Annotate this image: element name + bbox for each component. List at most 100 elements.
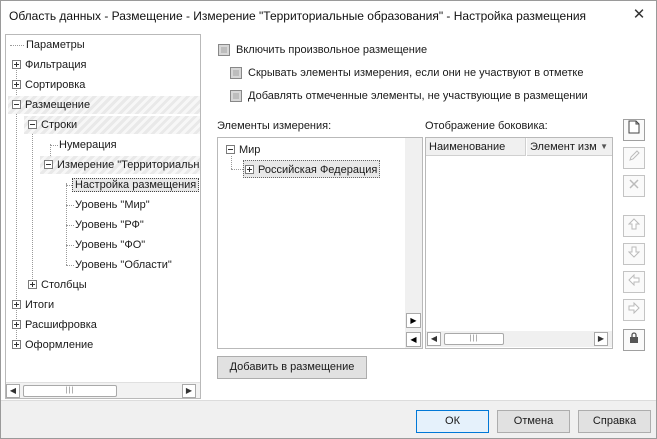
edit-button[interactable] — [623, 147, 645, 169]
column-header-element[interactable]: Элемент изм ▼ — [527, 138, 612, 156]
expand-icon[interactable] — [12, 300, 21, 309]
elements-scroll-strip: ▶ ◀ — [405, 138, 422, 348]
tree-item-label: Измерение "Территориальные образования" — [57, 159, 200, 171]
expand-icon[interactable] — [245, 165, 254, 174]
dimension-elements-tree: Мир Российская Федерация ▶ ◀ — [217, 137, 423, 349]
delete-icon — [629, 179, 639, 189]
column-header-label: Элемент изм — [530, 141, 597, 153]
tree-connector — [32, 123, 33, 285]
tree-connector — [66, 265, 74, 266]
tree-item-level-world[interactable]: Уровень "Мир" — [75, 196, 150, 214]
ok-button[interactable]: ОК — [416, 410, 489, 433]
checkbox-label: Включить произвольное размещение — [236, 44, 428, 56]
tree-connector — [66, 205, 74, 206]
window-title: Область данных - Размещение - Измерение … — [9, 9, 587, 23]
tree-connector — [10, 45, 24, 46]
tree-item-label: Фильтрация — [25, 59, 87, 71]
tree-connector — [66, 225, 74, 226]
tree-connector — [231, 169, 243, 170]
delete-button[interactable] — [623, 175, 645, 197]
move-up-button[interactable] — [623, 215, 645, 237]
tree-item-columns[interactable]: Столбцы — [28, 276, 87, 294]
scroll-thumb[interactable]: ||| — [444, 333, 504, 345]
help-button[interactable]: Справка — [578, 410, 651, 433]
cancel-button[interactable]: Отмена — [497, 410, 570, 433]
chevron-down-icon[interactable]: ▼ — [600, 138, 608, 155]
close-button[interactable]: ✕ — [628, 5, 650, 25]
tree-horizontal-scrollbar[interactable]: ◀ ||| ▶ — [6, 382, 200, 398]
scroll-thumb[interactable]: ||| — [23, 385, 117, 397]
checkbox-label: Скрывать элементы измерения, если они не… — [248, 67, 584, 79]
sidebar-display-label: Отображение боковика: — [425, 120, 548, 132]
tree-item-level-fo[interactable]: Уровень "ФО" — [75, 236, 145, 254]
move-left-button[interactable] — [623, 271, 645, 293]
tree-item-label: Параметры — [26, 39, 85, 51]
scroll-right-arrow-icon[interactable]: ▶ — [594, 332, 608, 346]
edit-icon — [629, 150, 640, 161]
tree-item-rows[interactable]: Строки — [28, 116, 77, 134]
tree-item-label: Уровень "Области" — [75, 259, 172, 271]
tree-item-label: Строки — [41, 119, 78, 131]
tree-connector — [66, 245, 74, 246]
expand-icon[interactable] — [12, 80, 21, 89]
move-down-button[interactable] — [623, 243, 645, 265]
tree-item-placement-settings[interactable]: Настройка размещения — [72, 176, 200, 194]
move-up-icon — [627, 218, 641, 230]
scroll-right-arrow-icon[interactable]: ▶ — [182, 384, 196, 398]
add-to-placement-button[interactable]: Добавить в размещение — [217, 356, 367, 379]
move-left-icon — [628, 273, 640, 287]
scroll-left-arrow-icon[interactable]: ◀ — [427, 332, 441, 346]
tree-item-label: Настройка размещения — [72, 178, 200, 192]
move-right-button[interactable] — [623, 299, 645, 321]
tree-item-label: Расшифровка — [25, 319, 97, 331]
tree-item-parameters[interactable]: Параметры — [26, 36, 85, 54]
element-node-label: Мир — [239, 144, 261, 156]
tree-item-dimension-territories[interactable]: Измерение "Территориальные образования" — [44, 156, 200, 174]
tree-item-level-rf[interactable]: Уровень "РФ" — [75, 216, 144, 234]
lock-icon — [630, 332, 638, 343]
scroll-left-arrow-icon[interactable]: ◀ — [406, 332, 421, 347]
collapse-icon[interactable] — [12, 100, 21, 109]
title-bar: Область данных - Размещение - Измерение … — [1, 1, 656, 31]
move-down-icon — [627, 246, 641, 258]
tree-item-level-regions[interactable]: Уровень "Области" — [75, 256, 172, 274]
scroll-left-arrow-icon[interactable]: ◀ — [6, 384, 20, 398]
checkbox-indeterminate-icon[interactable] — [218, 44, 230, 56]
tree-item-label: Сортировка — [25, 79, 86, 91]
tree-item-placement[interactable]: Размещение — [12, 96, 90, 114]
tree-item-label: Уровень "РФ" — [75, 219, 144, 231]
expand-icon[interactable] — [12, 320, 21, 329]
tree-item-filtering[interactable]: Фильтрация — [12, 56, 86, 74]
tree-item-label: Итоги — [25, 299, 55, 311]
checkbox-indeterminate-icon[interactable] — [230, 67, 242, 79]
tree-item-numbering[interactable]: Нумерация — [59, 136, 117, 154]
expand-icon[interactable] — [12, 60, 21, 69]
checkbox-indeterminate-icon[interactable] — [230, 90, 242, 102]
expand-icon[interactable] — [28, 280, 37, 289]
tree-item-label: Уровень "Мир" — [75, 199, 150, 211]
tree-item-label: Размещение — [25, 99, 91, 111]
new-document-button[interactable] — [623, 119, 645, 141]
tree-connector — [66, 183, 67, 265]
tree-item-drilldown[interactable]: Расшифровка — [12, 316, 97, 334]
column-header-name[interactable]: Наименование — [426, 138, 526, 156]
tree-connector — [50, 145, 58, 146]
tree-item-label: Уровень "ФО" — [75, 239, 146, 251]
expand-icon[interactable] — [12, 340, 21, 349]
collapse-icon[interactable] — [28, 120, 37, 129]
collapse-icon[interactable] — [226, 145, 235, 154]
collapse-icon[interactable] — [44, 160, 53, 169]
sidebar-display-grid: Наименование Элемент изм ▼ ◀ ||| ▶ — [425, 137, 613, 349]
element-node-russia[interactable]: Российская Федерация — [243, 160, 381, 178]
tree-item-formatting[interactable]: Оформление — [12, 336, 93, 354]
tree-item-label: Оформление — [25, 339, 94, 351]
grid-horizontal-scrollbar[interactable]: ◀ ||| ▶ — [426, 331, 612, 347]
scroll-right-arrow-icon[interactable]: ▶ — [406, 313, 421, 328]
lock-button[interactable] — [623, 329, 645, 351]
elements-label: Элементы измерения: — [217, 120, 332, 132]
tree-item-sorting[interactable]: Сортировка — [12, 76, 85, 94]
move-right-icon — [628, 301, 640, 315]
new-document-icon — [628, 120, 640, 134]
tree-item-totals[interactable]: Итоги — [12, 296, 54, 314]
tree-item-label: Столбцы — [41, 279, 87, 291]
